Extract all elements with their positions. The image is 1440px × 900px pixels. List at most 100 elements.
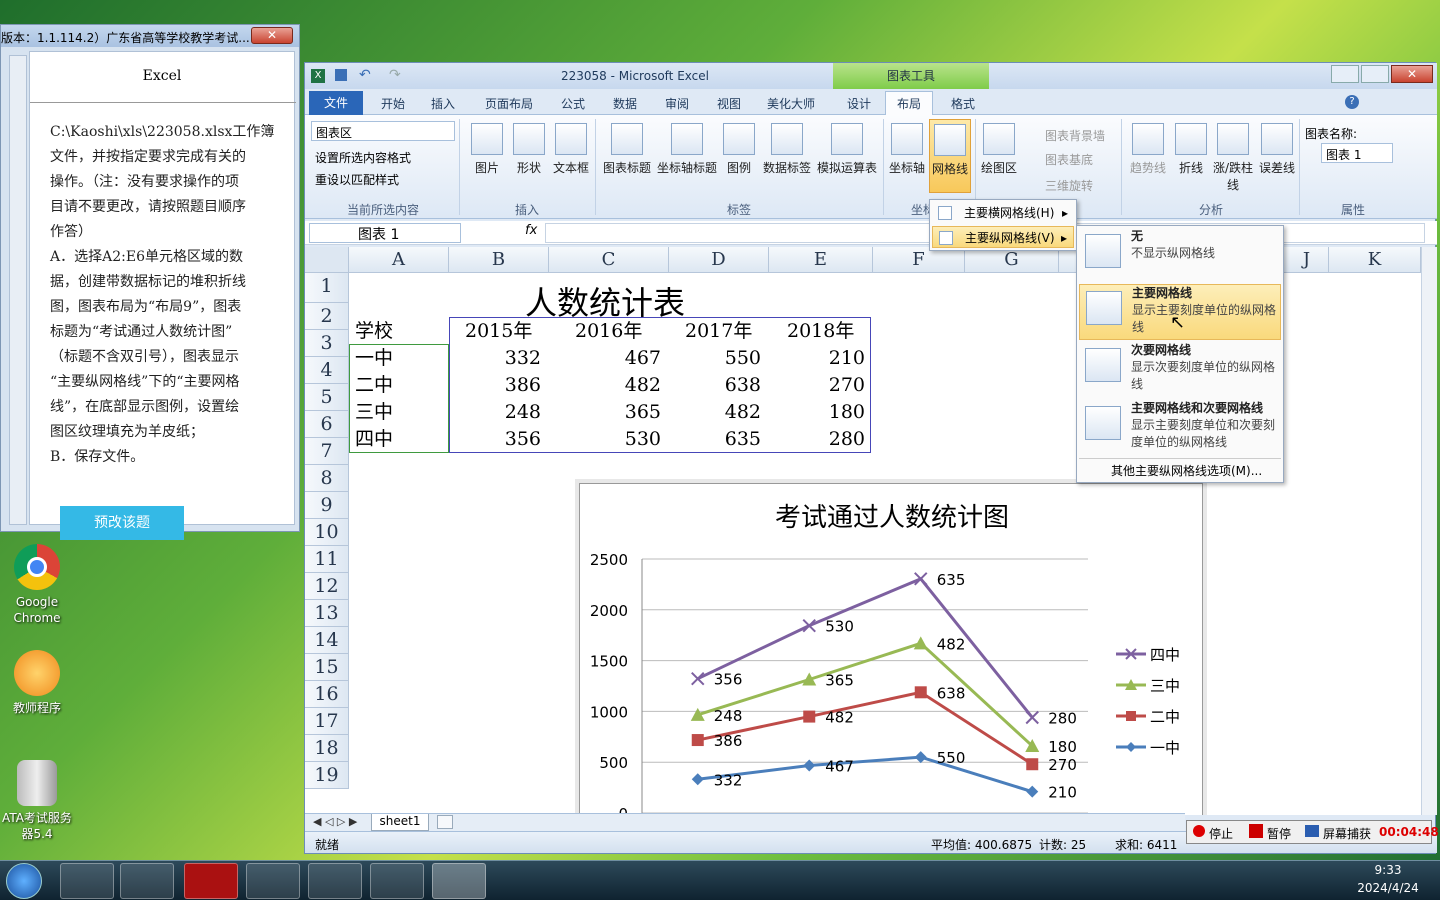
menu-item-horizontal-gridlines[interactable]: 主要横网格线(H) ▸: [932, 202, 1074, 224]
column-header[interactable]: J: [1285, 247, 1329, 273]
sheet-nav-arrows[interactable]: ◀ ◁ ▷ ▶: [313, 815, 357, 828]
start-button[interactable]: [6, 863, 42, 899]
row-header[interactable]: 3: [305, 330, 349, 357]
plot-area-button[interactable]: 绘图区: [981, 123, 1017, 176]
save-icon[interactable]: [335, 69, 347, 81]
tab-formulas[interactable]: 公式: [561, 95, 585, 112]
close-button[interactable]: ✕: [251, 27, 293, 44]
row-header[interactable]: 12: [305, 573, 349, 600]
taskbar-chrome-icon[interactable]: [308, 863, 362, 899]
tab-home[interactable]: 开始: [381, 95, 405, 112]
clock[interactable]: 9:33 2024/4/24: [1356, 863, 1420, 895]
row-header[interactable]: 5: [305, 384, 349, 411]
cell-A2[interactable]: 学校: [355, 318, 393, 345]
row-header[interactable]: 9: [305, 492, 349, 519]
minimize-button[interactable]: [1331, 65, 1359, 83]
desktop-icon-ata[interactable]: ATA考试服务器5.4: [2, 760, 72, 842]
data-labels-button[interactable]: 数据标签: [761, 123, 813, 176]
more-gridline-options[interactable]: 其他主要纵网格线选项(M)...: [1111, 462, 1262, 479]
redo-question-button[interactable]: 预改该题: [60, 506, 184, 540]
column-header[interactable]: D: [669, 247, 769, 273]
sheet-tab-sheet1[interactable]: sheet1: [371, 814, 429, 831]
insert-textbox-button[interactable]: 文本框: [551, 123, 591, 176]
tab-layout[interactable]: 布局: [897, 95, 921, 112]
updown-bars-button[interactable]: 涨/跌柱线: [1211, 123, 1255, 193]
tab-format[interactable]: 格式: [951, 95, 975, 112]
undo-icon[interactable]: ↶: [359, 67, 371, 83]
row-header[interactable]: 4: [305, 357, 349, 384]
axes-button[interactable]: 坐标轴: [889, 123, 925, 176]
trendline-button[interactable]: 趋势线: [1127, 123, 1169, 176]
error-bars-button[interactable]: 误差线: [1257, 123, 1297, 176]
desktop-icon-teacher[interactable]: 教师程序: [2, 650, 72, 716]
tab-design[interactable]: 设计: [847, 95, 871, 112]
chart-floor-button[interactable]: 图表基底: [1045, 151, 1093, 168]
column-header[interactable]: E: [769, 247, 873, 273]
row-header[interactable]: 2: [305, 303, 349, 330]
row-header[interactable]: 15: [305, 654, 349, 681]
gridlines-button[interactable]: 网格线: [929, 119, 971, 193]
left-scrollbar[interactable]: [9, 55, 27, 525]
column-header[interactable]: B: [449, 247, 549, 273]
taskbar-teacher-icon[interactable]: [370, 863, 424, 899]
chart-title-button[interactable]: 图表标题: [601, 123, 653, 176]
axis-title-button[interactable]: 坐标轴标题: [655, 123, 719, 176]
row-header[interactable]: 14: [305, 627, 349, 654]
chart-area[interactable]: 考试通过人数统计图 0 500 1000 1500 2000 2500 332 467 550 21…: [579, 483, 1203, 815]
row-header[interactable]: 13: [305, 600, 349, 627]
tab-view[interactable]: 视图: [717, 95, 741, 112]
option-major-minor-gridlines[interactable]: 主要网格线和次要网格线 显示主要刻度单位和次要刻度单位的纵网格线: [1079, 400, 1281, 456]
taskbar-app-icon[interactable]: [246, 863, 300, 899]
sheet-title[interactable]: 人数统计表: [525, 283, 685, 322]
name-box[interactable]: 图表 1: [309, 223, 461, 243]
help-icon[interactable]: ?: [1345, 95, 1359, 109]
desktop-icon-chrome[interactable]: Google Chrome: [2, 544, 72, 626]
row-header[interactable]: 8: [305, 465, 349, 492]
chart-name-input[interactable]: 图表 1: [1321, 143, 1393, 163]
pause-button[interactable]: 暂停: [1267, 825, 1291, 842]
row-header[interactable]: 18: [305, 735, 349, 762]
lines-button[interactable]: 折线: [1173, 123, 1209, 176]
taskbar-ie-icon[interactable]: [60, 863, 114, 899]
row-header[interactable]: 1: [305, 273, 349, 303]
menu-item-vertical-gridlines[interactable]: 主要纵网格线(V) ▸: [932, 226, 1074, 248]
tab-file[interactable]: 文件: [309, 91, 363, 115]
tab-review[interactable]: 审阅: [665, 95, 689, 112]
chart-wall-button[interactable]: 图表背景墙: [1045, 127, 1105, 144]
tab-data[interactable]: 数据: [613, 95, 637, 112]
row-header[interactable]: 6: [305, 411, 349, 438]
row-header[interactable]: 11: [305, 546, 349, 573]
taskbar-voicemeeter-icon[interactable]: [184, 863, 238, 899]
column-header[interactable]: K: [1329, 247, 1421, 273]
row-header[interactable]: 17: [305, 708, 349, 735]
row-header[interactable]: 10: [305, 519, 349, 546]
select-all-corner[interactable]: [305, 247, 349, 273]
insert-shape-button[interactable]: 形状: [511, 123, 547, 176]
column-header[interactable]: C: [549, 247, 669, 273]
row-header[interactable]: 19: [305, 762, 349, 789]
capture-button[interactable]: 屏幕捕获: [1323, 825, 1371, 842]
row-header[interactable]: 7: [305, 438, 349, 465]
data-table-button[interactable]: 模拟运算表: [815, 123, 879, 176]
taskbar-explorer-icon[interactable]: [120, 863, 174, 899]
3d-rotation-button[interactable]: 三维旋转: [1045, 177, 1093, 194]
tab-page-layout[interactable]: 页面布局: [485, 95, 533, 112]
stop-button[interactable]: 停止: [1209, 825, 1233, 842]
window-close-button[interactable]: ✕: [1391, 65, 1433, 83]
column-header[interactable]: A: [349, 247, 449, 273]
redo-icon[interactable]: ↷: [389, 67, 401, 83]
vertical-scrollbar[interactable]: [1421, 247, 1437, 815]
option-none[interactable]: 无 不显示纵网格线: [1079, 228, 1281, 282]
legend-button[interactable]: 图例: [721, 123, 757, 176]
option-minor-gridlines[interactable]: 次要网格线 显示次要刻度单位的纵网格线: [1079, 342, 1281, 398]
format-selection-button[interactable]: 设置所选内容格式: [315, 149, 411, 166]
tab-insert[interactable]: 插入: [431, 95, 455, 112]
taskbar-excel-icon[interactable]: [432, 863, 486, 899]
tab-beautify[interactable]: 美化大师: [767, 95, 815, 112]
new-sheet-icon[interactable]: [437, 815, 453, 829]
row-header[interactable]: 16: [305, 681, 349, 708]
maximize-button[interactable]: [1361, 65, 1389, 83]
fx-icon[interactable]: fx: [525, 223, 537, 238]
chart-element-select[interactable]: 图表区: [311, 121, 455, 141]
reset-style-button[interactable]: 重设以匹配样式: [315, 171, 399, 188]
